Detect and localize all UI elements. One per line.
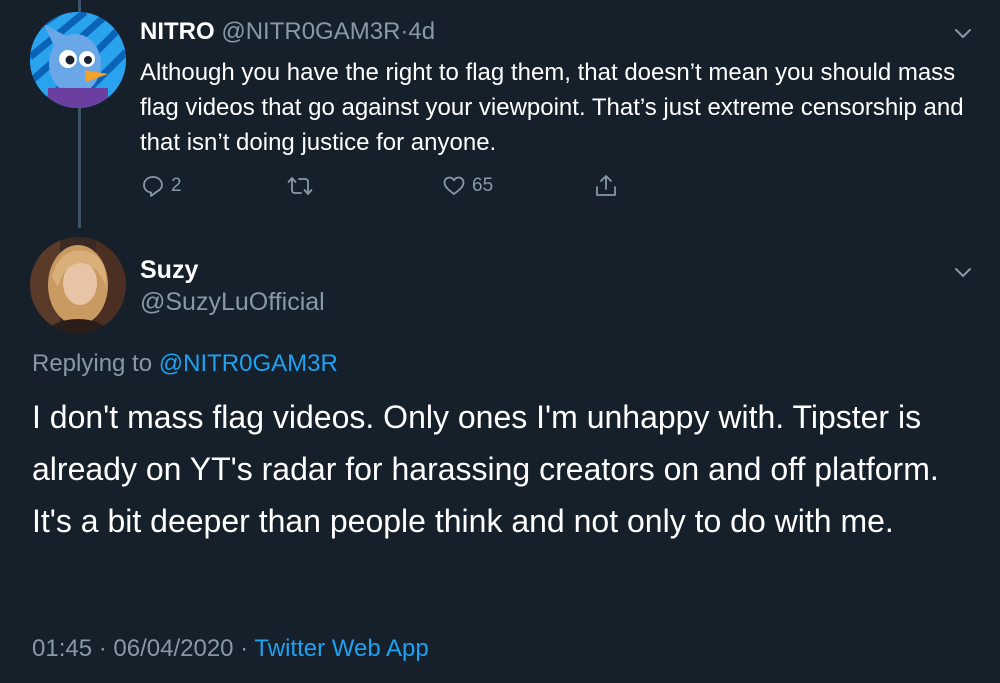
like-count: 65 [472, 175, 494, 196]
display-name[interactable]: NITRO [140, 18, 215, 45]
retweet-button[interactable] [287, 172, 313, 200]
chevron-down-icon[interactable] [953, 26, 973, 40]
reply-button[interactable]: 2 [141, 172, 182, 200]
replying-to-handle-link[interactable]: @NITR0GAM3R [159, 350, 338, 377]
replying-to: Replying to @NITR0GAM3R [32, 350, 338, 378]
handle[interactable]: @SuzyLuOfficial [140, 288, 325, 317]
replying-to-label: Replying to [32, 350, 159, 377]
profile-photo-icon [30, 237, 126, 333]
tweet-text: I don't mass flag videos. Only ones I'm … [32, 399, 939, 539]
bird-avatar-icon [30, 12, 126, 108]
heart-icon [443, 176, 465, 195]
separator: · [233, 635, 255, 662]
share-icon [596, 175, 616, 196]
reply-count: 2 [171, 175, 182, 196]
avatar[interactable] [30, 12, 126, 108]
like-button[interactable]: 65 [442, 172, 493, 200]
avatar[interactable] [30, 237, 126, 333]
tweet-time[interactable]: 01:45 [32, 635, 92, 662]
separator: · [92, 635, 114, 662]
tweet-age[interactable]: 4d [408, 18, 435, 45]
tweet-header: NITRO @NITR0GAM3R·4d [140, 18, 435, 46]
share-button[interactable] [594, 172, 618, 200]
handle[interactable]: @NITR0GAM3R [221, 18, 400, 45]
chevron-down-icon[interactable] [953, 265, 973, 279]
tweet-text: Although you have the right to flag them… [140, 59, 964, 156]
reply-icon [143, 176, 163, 197]
display-name[interactable]: Suzy [140, 256, 198, 285]
tweet-date[interactable]: 06/04/2020 [113, 635, 233, 662]
tweet-source-link[interactable]: Twitter Web App [254, 635, 428, 662]
tweet-metadata: 01:45 · 06/04/2020 · Twitter Web App [32, 635, 429, 663]
retweet-icon [287, 177, 313, 195]
